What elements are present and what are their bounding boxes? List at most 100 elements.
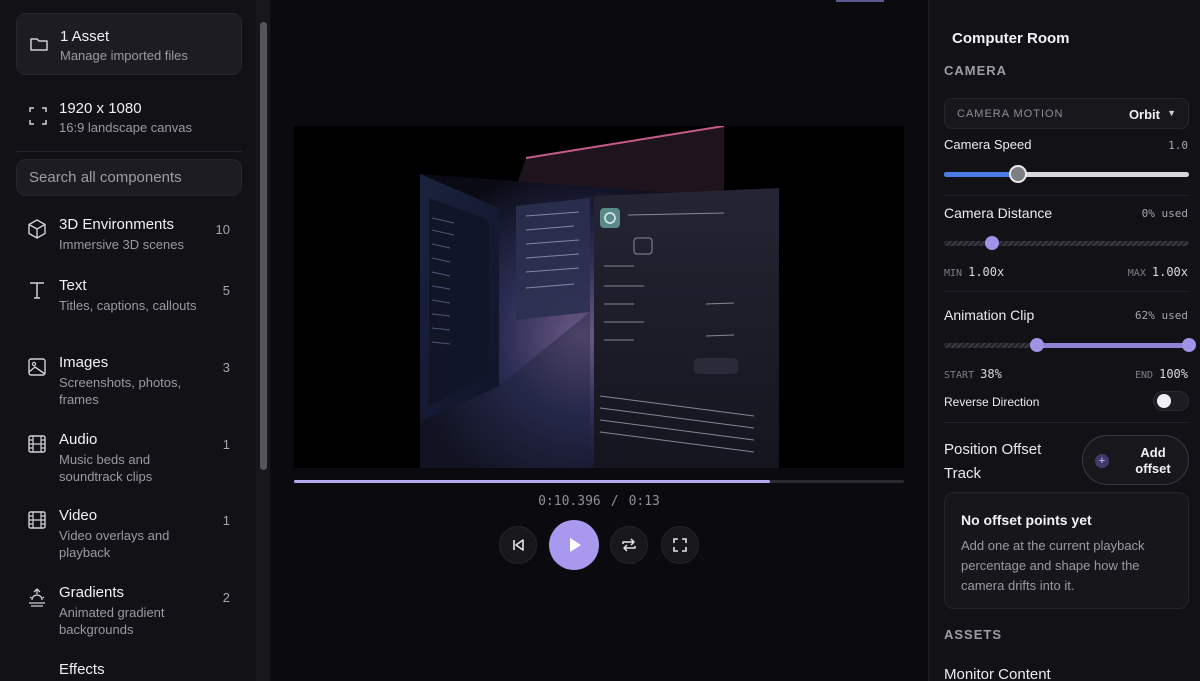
camera-distance-used: 0% used <box>1141 207 1188 220</box>
category-desc: Immersive 3D scenes <box>59 237 184 252</box>
divider <box>944 291 1189 292</box>
add-offset-button[interactable]: + Add offset <box>1082 435 1189 485</box>
panel-title: Computer Room <box>952 30 1070 47</box>
clip-end-handle[interactable] <box>1182 338 1196 352</box>
play-icon <box>570 538 581 552</box>
asset-subtitle: Manage imported files <box>60 48 188 63</box>
canvas-aspect: 16:9 landscape canvas <box>59 120 192 135</box>
category-name: Images <box>59 354 109 371</box>
category-name: Text <box>59 277 87 294</box>
time-separator: / <box>610 494 619 509</box>
animation-clip-range <box>1037 343 1189 348</box>
end-label: END <box>1135 370 1154 381</box>
category-count: 1 <box>222 513 230 528</box>
category-desc: Music beds and soundtrack clips <box>59 452 153 484</box>
loop-icon <box>622 538 636 552</box>
category-count: 10 <box>215 222 230 237</box>
component-search-input[interactable] <box>16 159 242 196</box>
category-name: Audio <box>59 431 98 448</box>
category-video[interactable]: Video Video overlays and playback 1 <box>16 507 242 561</box>
animation-clip-label: Animation Clip <box>944 307 1035 323</box>
scrollbar-thumb[interactable] <box>260 22 267 470</box>
reverse-direction-toggle[interactable] <box>1153 391 1189 411</box>
category-desc: Video overlays and playback <box>59 528 170 560</box>
camera-distance-max: MAX 1.00x <box>1128 265 1188 279</box>
camera-speed-label: Camera Speed <box>944 137 1032 152</box>
max-value: 1.00x <box>1151 265 1188 279</box>
camera-speed-value: 1.0 <box>1168 139 1188 152</box>
toggle-knob <box>1157 394 1171 408</box>
progress-fill <box>294 480 770 483</box>
time-readout: 0:10.396 / 0:13 <box>270 494 928 509</box>
skip-back-icon <box>513 539 524 551</box>
animation-clip-slider[interactable] <box>944 338 1196 352</box>
scene-render <box>294 126 904 468</box>
category-name: Gradients <box>59 584 125 601</box>
text-icon <box>30 282 44 299</box>
camera-distance-label: Camera Distance <box>944 205 1053 221</box>
offset-empty-state: No offset points yet Add one at the curr… <box>944 492 1189 609</box>
playback-progress-bar[interactable] <box>294 480 904 483</box>
add-offset-label: Add offset <box>1135 445 1171 476</box>
duration: 0:13 <box>628 494 660 509</box>
clip-start: START 38% <box>944 367 1002 381</box>
camera-distance-slider[interactable] <box>944 236 1189 250</box>
start-value: 38% <box>980 367 1002 381</box>
play-button[interactable] <box>549 520 599 570</box>
animation-clip-used: 62% used <box>1135 309 1188 322</box>
category-audio[interactable]: Audio Music beds and soundtrack clips 1 <box>16 431 242 485</box>
category-effects[interactable]: Effects <box>16 661 242 681</box>
camera-section-label: CAMERA <box>944 63 1008 78</box>
category-desc: Screenshots, photos, frames <box>59 375 182 407</box>
category-gradients[interactable]: Gradients Animated gradient backgrounds … <box>16 584 242 638</box>
category-count: 5 <box>222 283 230 298</box>
camera-motion-value: Orbit <box>1128 107 1160 122</box>
frame-icon <box>29 107 47 125</box>
category-text[interactable]: Text Titles, captions, callouts 5 <box>16 277 242 331</box>
reverse-direction-label: Reverse Direction <box>944 395 1040 409</box>
sidebar-scrollbar[interactable] <box>256 0 270 681</box>
divider <box>944 422 1189 423</box>
camera-speed-slider[interactable] <box>944 165 1189 183</box>
category-count: 1 <box>222 437 230 452</box>
empty-title: No offset points yet <box>961 512 1092 528</box>
canvas-dimensions: 1920 x 1080 <box>59 100 142 117</box>
category-desc: Titles, captions, callouts <box>59 298 197 313</box>
divider <box>16 151 242 152</box>
plus-icon: + <box>1095 454 1109 468</box>
category-3d-environments[interactable]: 3D Environments Immersive 3D scenes 10 <box>16 216 242 256</box>
category-images[interactable]: Images Screenshots, photos, frames 3 <box>16 354 242 408</box>
camera-distance-min: MIN 1.00x <box>944 265 1004 279</box>
asset-count: 1 Asset <box>60 28 110 45</box>
loop-button[interactable] <box>610 526 648 564</box>
top-indicator <box>836 0 884 2</box>
monitor-content-label[interactable]: Monitor Content <box>944 666 1051 681</box>
canvas-size-card[interactable]: 1920 x 1080 16:9 landscape canvas <box>16 86 242 146</box>
camera-speed-handle[interactable] <box>1008 165 1027 183</box>
preview-viewport[interactable] <box>294 126 904 468</box>
category-count: 3 <box>222 360 230 375</box>
clip-start-handle[interactable] <box>1030 338 1045 352</box>
position-offset-label: Position Offset Track <box>944 441 1042 482</box>
category-name: Video <box>59 507 98 524</box>
film-icon <box>28 435 46 453</box>
cube-icon <box>28 219 46 239</box>
effects-icon <box>26 675 48 681</box>
asset-manager-card[interactable]: 1 Asset Manage imported files <box>16 13 242 75</box>
camera-distance-handle[interactable] <box>985 236 999 250</box>
properties-panel: Computer Room CAMERA CAMERA MOTION Orbit… <box>928 0 1200 681</box>
min-value: 1.00x <box>968 265 1005 279</box>
camera-motion-select[interactable]: CAMERA MOTION Orbit ▼ <box>944 98 1189 129</box>
fullscreen-button[interactable] <box>661 526 699 564</box>
preview-area: 0:10.396 / 0:13 <box>270 0 928 681</box>
empty-description: Add one at the current playback percenta… <box>961 538 1145 593</box>
category-count: 2 <box>222 590 230 605</box>
chevron-down-icon: ▼ <box>1167 108 1176 118</box>
skip-back-button[interactable] <box>499 526 537 564</box>
divider <box>944 195 1189 196</box>
film-icon <box>28 511 46 529</box>
end-value: 100% <box>1159 367 1188 381</box>
min-label: MIN <box>944 268 963 279</box>
assets-section-label: ASSETS <box>944 627 1003 642</box>
fullscreen-icon <box>673 538 687 552</box>
